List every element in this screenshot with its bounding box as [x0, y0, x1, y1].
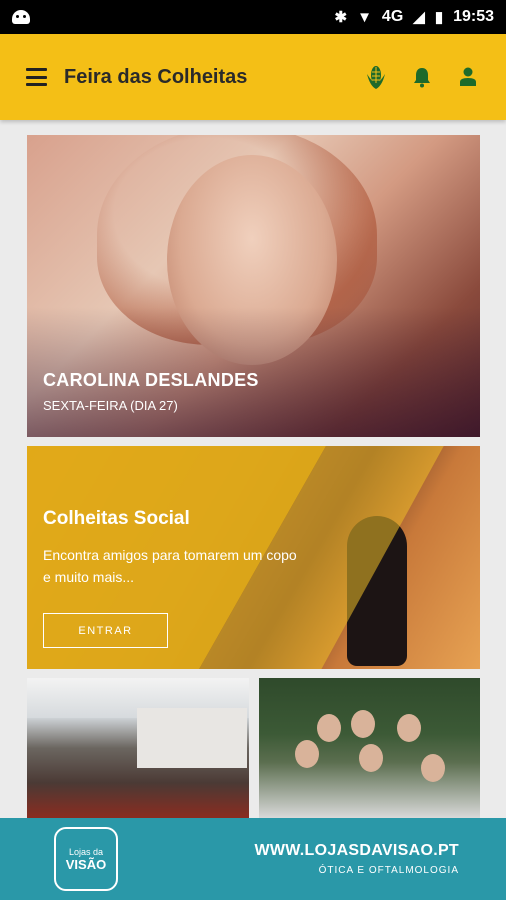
status-bar: ✱ ▼ 4G ◢ ▮ 19:53	[0, 0, 506, 34]
battery-icon: ▮	[434, 9, 444, 26]
signal-icon: ◢	[413, 9, 425, 26]
ad-banner[interactable]: Lojas da VISÃO WWW.LOJASDAVISAO.PT ÓTICA…	[0, 818, 506, 900]
network-label: 4G	[381, 8, 404, 25]
wifi-icon: ▼	[357, 8, 372, 26]
social-card: Colheitas Social Encontra amigos para to…	[27, 446, 480, 669]
market-photo-card[interactable]	[27, 678, 249, 818]
social-title: Colheitas Social	[43, 508, 190, 529]
featured-artist-card[interactable]: CAROLINA DESLANDES SEXTA-FEIRA (DIA 27)	[27, 135, 480, 437]
feed: CAROLINA DESLANDES SEXTA-FEIRA (DIA 27) …	[0, 120, 506, 818]
enter-button[interactable]: ENTRAR	[43, 613, 168, 648]
artist-name: CAROLINA DESLANDES	[43, 370, 259, 390]
banner-tagline: ÓTICA E OFTALMOLOGIA	[318, 865, 459, 876]
group-photo-card[interactable]	[259, 678, 480, 818]
banner-url: WWW.LOJASDAVISAO.PT	[254, 842, 459, 859]
user-icon[interactable]	[456, 65, 480, 89]
page-title: Feira das Colheitas	[64, 65, 248, 88]
bluetooth-icon: ✱	[334, 9, 348, 26]
artist-date: SEXTA-FEIRA (DIA 27)	[43, 398, 178, 413]
corn-icon[interactable]	[364, 65, 388, 89]
lojas-da-visao-logo: Lojas da VISÃO	[54, 827, 118, 891]
menu-icon[interactable]	[26, 68, 47, 86]
social-description: Encontra amigos para tomarem um copo e m…	[43, 547, 297, 585]
android-icon	[12, 10, 30, 24]
clock: 19:53	[453, 8, 494, 25]
app-bar: Feira das Colheitas	[0, 34, 506, 120]
bell-icon[interactable]	[410, 65, 434, 89]
